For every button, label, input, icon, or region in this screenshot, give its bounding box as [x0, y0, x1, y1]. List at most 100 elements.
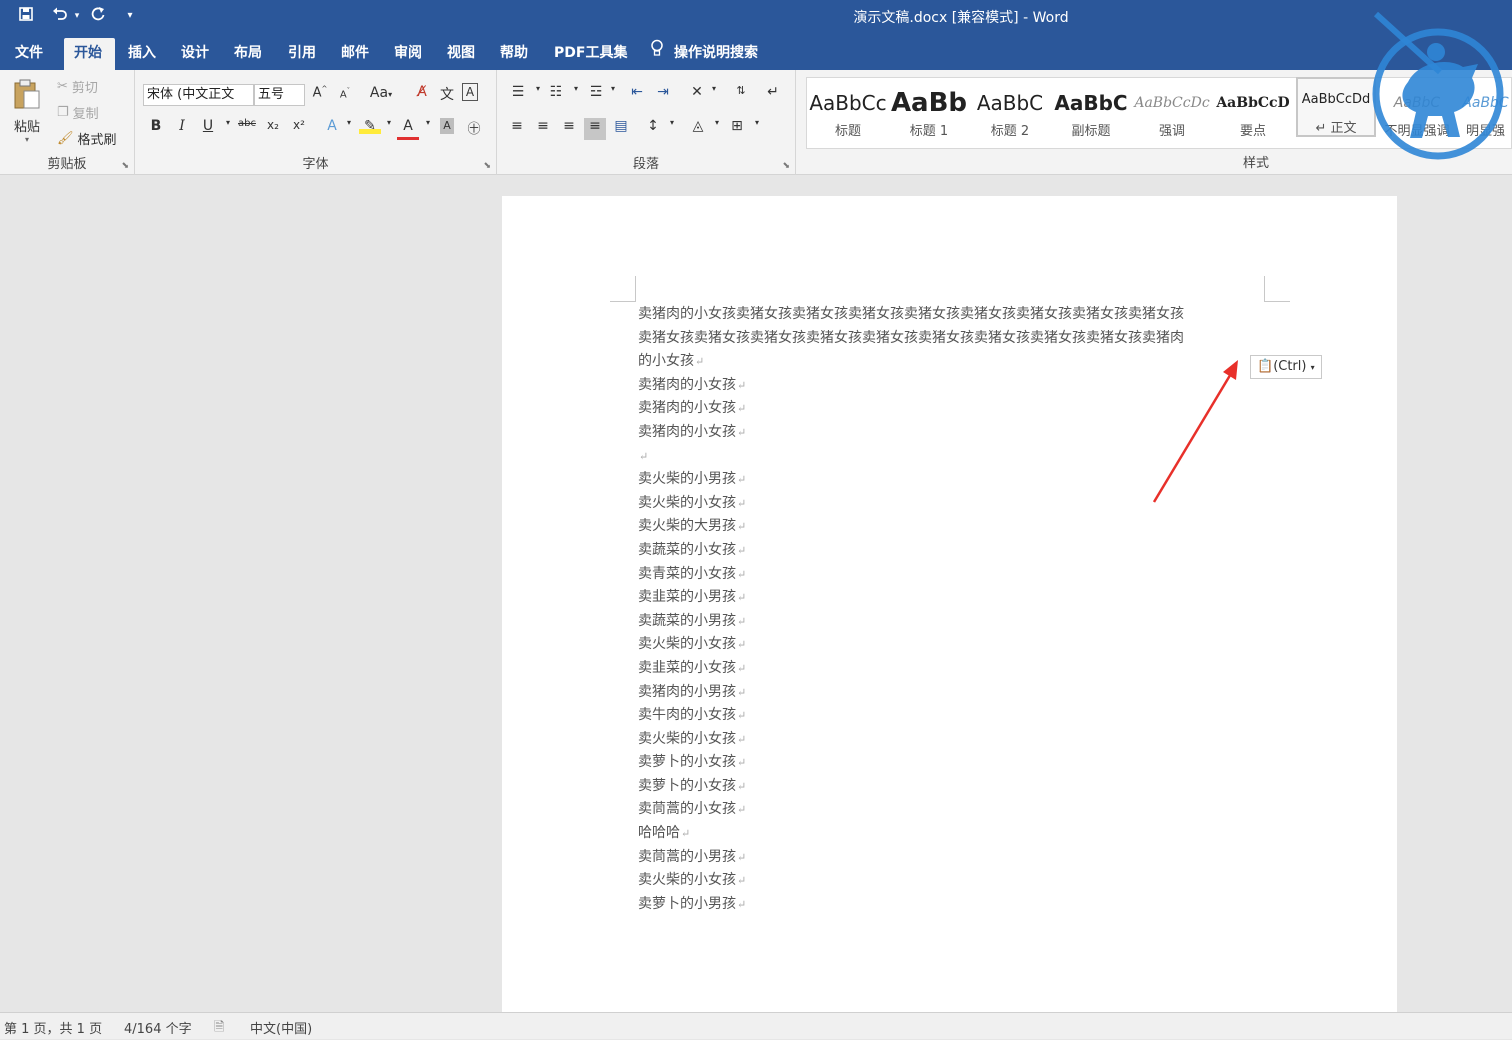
document-line[interactable]: 卖火柴的大男孩↵: [638, 515, 1268, 539]
document-line[interactable]: 卖萝卜的小女孩↵: [638, 775, 1268, 799]
tell-me-search[interactable]: 操作说明搜索: [650, 38, 758, 68]
style-heading-2[interactable]: AaBbC 标题 2: [970, 78, 1050, 148]
borders-dropdown-icon[interactable]: ▾: [746, 118, 768, 127]
shading-dropdown-icon[interactable]: ▾: [706, 118, 728, 127]
document-line[interactable]: 卖萝卜的小男孩↵: [638, 893, 1268, 917]
document-line[interactable]: 卖韭菜的小女孩↵: [638, 657, 1268, 681]
superscript-button[interactable]: x²: [288, 118, 310, 132]
chinese-layout-dropdown-icon[interactable]: ▾: [703, 84, 725, 93]
multilevel-dropdown-icon[interactable]: ▾: [602, 84, 624, 93]
document-line[interactable]: 卖蔬菜的小男孩↵: [638, 610, 1268, 634]
document-line[interactable]: 哈哈哈↵: [638, 822, 1268, 846]
style-subtitle[interactable]: AaBbC 副标题: [1051, 78, 1131, 148]
shrink-font-button[interactable]: Aˇ: [334, 87, 356, 100]
document-line-text: 卖萝卜的小女孩: [638, 754, 736, 771]
justify-icon[interactable]: ≡: [584, 118, 606, 140]
tab-home[interactable]: 开始: [64, 38, 115, 70]
document-line[interactable]: 卖火柴的小女孩↵: [638, 728, 1268, 752]
paragraph-mark: ↵: [737, 661, 747, 675]
decrease-indent-icon[interactable]: ⇤: [626, 84, 648, 100]
clear-format-icon[interactable]: A̸: [411, 84, 433, 100]
document-line[interactable]: 卖牛肉的小女孩↵: [638, 704, 1268, 728]
numbering-dropdown-icon[interactable]: ▾: [565, 84, 587, 93]
document-line[interactable]: 卖茼蒿的小女孩↵: [638, 798, 1268, 822]
document-line[interactable]: 卖青菜的小女孩↵: [638, 563, 1268, 587]
bullets-icon[interactable]: ☰: [507, 84, 529, 100]
subscript-button[interactable]: x₂: [262, 118, 284, 132]
style-emphasis[interactable]: AaBbCcDc 强调: [1132, 78, 1212, 148]
tab-review[interactable]: 审阅: [384, 38, 432, 70]
paragraph-mark: ↵: [737, 638, 747, 652]
font-size-combo[interactable]: 五号: [254, 84, 305, 106]
distributed-icon[interactable]: ▤: [610, 118, 632, 134]
word-count[interactable]: 4/164 个字: [124, 1018, 192, 1037]
paste-label: 粘贴: [13, 120, 40, 135]
bold-button[interactable]: B: [145, 118, 167, 134]
tab-design[interactable]: 设计: [171, 38, 219, 70]
tab-pdf-tools[interactable]: PDF工具集: [544, 38, 637, 70]
tab-file[interactable]: 文件: [5, 38, 53, 70]
strikethrough-button[interactable]: abc: [236, 118, 258, 129]
document-line[interactable]: 卖猪肉的小男孩↵: [638, 681, 1268, 705]
style-heading-1[interactable]: AaBb 标题 1: [889, 78, 969, 148]
paste-options-button[interactable]: 📋(Ctrl) ▾: [1250, 355, 1322, 379]
font-name-combo[interactable]: 宋体 (中文正文: [143, 84, 254, 106]
text-effects-dropdown-icon[interactable]: ▾: [338, 118, 360, 127]
clipboard-icon: 📋: [1257, 359, 1274, 374]
paragraph-mark: ↵: [737, 850, 747, 864]
style-normal[interactable]: AaBbCcDd ↵ 正文: [1296, 77, 1376, 137]
document-line[interactable]: 卖茼蒿的小男孩↵: [638, 846, 1268, 870]
paragraph-mark: ↵: [737, 378, 747, 392]
copy-button[interactable]: ❐ 复制: [57, 103, 99, 122]
font-color-dropdown-icon[interactable]: ▾: [417, 118, 439, 127]
align-left-icon[interactable]: ≡: [506, 118, 528, 134]
font-color-icon[interactable]: A: [397, 118, 419, 140]
phonetic-guide-icon[interactable]: 文: [436, 84, 458, 104]
page-count[interactable]: 第 1 页，共 1 页: [4, 1018, 102, 1037]
show-marks-icon[interactable]: ↵: [762, 84, 784, 100]
document-line[interactable]: 卖猪女孩卖猪女孩卖猪女孩卖猪女孩卖猪女孩卖猪女孩卖猪女孩卖猪女孩卖猪女孩卖猪肉: [638, 327, 1268, 351]
paragraph-mark: ↵: [737, 567, 747, 581]
font-launcher-icon[interactable]: ⬊: [483, 161, 491, 171]
borders-icon[interactable]: ⊞: [726, 118, 748, 134]
paragraph-launcher-icon[interactable]: ⬊: [782, 161, 790, 171]
clipboard-launcher-icon[interactable]: ⬊: [121, 161, 129, 171]
sort-icon[interactable]: ⇅: [730, 84, 752, 97]
paragraph-mark: ↵: [737, 473, 747, 487]
clipboard-group: 粘贴 ▾ ✂ 剪切 ❐ 复制 🖌 格式刷 剪贴板 ⬊: [0, 70, 135, 175]
font-size-value: 五号: [258, 87, 285, 102]
format-painter-button[interactable]: 🖌 格式刷: [57, 129, 117, 148]
tab-view[interactable]: 视图: [437, 38, 485, 70]
line-spacing-dropdown-icon[interactable]: ▾: [661, 118, 683, 127]
tab-insert[interactable]: 插入: [118, 38, 166, 70]
clipboard-group-label: 剪贴板: [47, 157, 87, 172]
document-page[interactable]: 卖猪肉的小女孩卖猪女孩卖猪女孩卖猪女孩卖猪女孩卖猪女孩卖猪女孩卖猪女孩卖猪女孩卖…: [502, 196, 1397, 1016]
italic-button[interactable]: I: [171, 118, 193, 134]
increase-indent-icon[interactable]: ⇥: [652, 84, 674, 100]
style-title[interactable]: AaBbCc 标题: [808, 78, 888, 148]
align-right-icon[interactable]: ≡: [558, 118, 580, 134]
tab-help[interactable]: 帮助: [490, 38, 538, 70]
paste-button[interactable]: 粘贴 ▾: [12, 78, 42, 144]
change-case-button[interactable]: Aa▾: [366, 85, 396, 101]
enclose-char-icon[interactable]: ㊉: [463, 118, 485, 137]
language-indicator[interactable]: 中文(中国): [250, 1018, 312, 1037]
char-shading-icon[interactable]: A: [440, 118, 454, 134]
cut-button[interactable]: ✂ 剪切: [57, 77, 98, 96]
align-center-icon[interactable]: ≡: [532, 118, 554, 134]
tab-references[interactable]: 引用: [278, 38, 326, 70]
document-line[interactable]: 卖火柴的小女孩↵: [638, 869, 1268, 893]
document-line[interactable]: 卖韭菜的小男孩↵: [638, 586, 1268, 610]
document-line[interactable]: 卖萝卜的小女孩↵: [638, 751, 1268, 775]
proofing-icon[interactable]: 🗎: [214, 1018, 224, 1040]
underline-button[interactable]: U: [197, 118, 219, 134]
numbering-icon[interactable]: ☷: [545, 84, 567, 100]
tab-layout[interactable]: 布局: [224, 38, 272, 70]
document-line[interactable]: 卖蔬菜的小女孩↵: [638, 539, 1268, 563]
document-line[interactable]: 卖猪肉的小女孩卖猪女孩卖猪女孩卖猪女孩卖猪女孩卖猪女孩卖猪女孩卖猪女孩卖猪女孩: [638, 303, 1268, 327]
tab-mailings[interactable]: 邮件: [331, 38, 379, 70]
char-border-icon[interactable]: A: [462, 83, 478, 101]
style-strong[interactable]: AaBbCcD 要点: [1213, 78, 1293, 148]
grow-font-button[interactable]: A^: [309, 85, 331, 100]
document-line[interactable]: 卖火柴的小女孩↵: [638, 633, 1268, 657]
